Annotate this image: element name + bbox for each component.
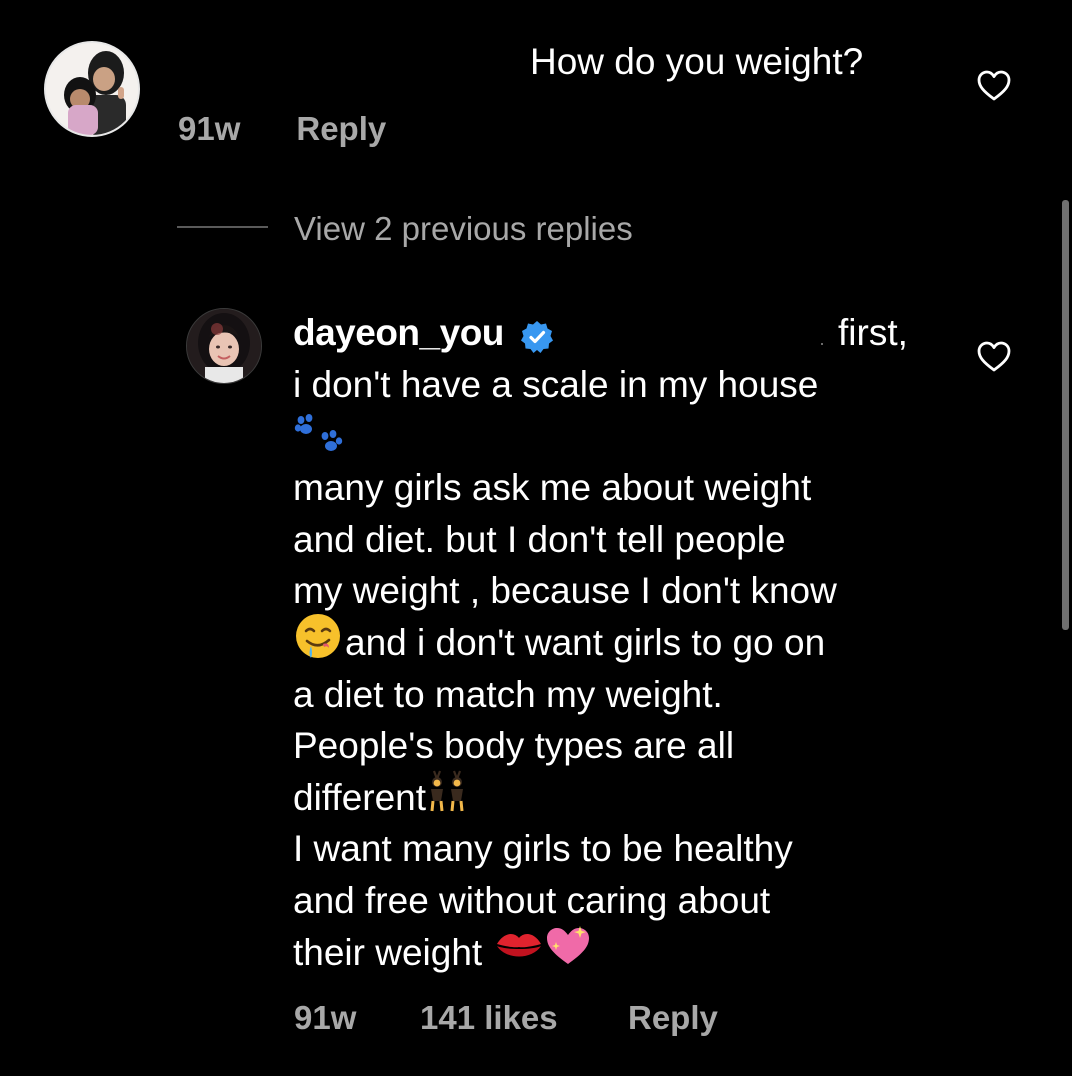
paw-prints-emoji (293, 411, 973, 463)
reply-meta: 91w 141 likes Reply (294, 996, 718, 1040)
reply-line: and diet. but I don't tell people (293, 518, 786, 560)
view-previous-replies-button[interactable]: View 2 previous replies (294, 207, 633, 251)
reply-line-text: and i don't want girls to go on (345, 621, 826, 663)
reply-line-text: different (293, 776, 427, 818)
reply-body: dayeon_you first, i don't have a scale i… (293, 307, 973, 978)
reply-timestamp: 91w (294, 999, 357, 1036)
reply-line-with-emoji: and i don't want girls to go on (293, 613, 973, 669)
reply-line: my weight , because I don't know (293, 570, 837, 612)
reply-username[interactable]: dayeon_you (293, 307, 504, 359)
verified-badge-icon (520, 316, 554, 353)
reply-line-with-emoji: their weight (293, 924, 973, 982)
reply-line-text: their weight (293, 931, 483, 973)
reply-avatar[interactable] (186, 308, 262, 384)
reply-reply-button[interactable]: Reply (628, 999, 718, 1037)
reply-line-with-emoji: different (293, 769, 973, 827)
reply-line: and free without caring about (293, 879, 771, 921)
comment-text: How do you weight? (530, 41, 864, 82)
reply-first-word: first, (838, 312, 908, 353)
comment-meta: 91w Reply (178, 107, 386, 151)
reply-line: many girls ask me about weight (293, 467, 812, 509)
comment-timestamp: 91w (178, 110, 241, 147)
heart-outline-icon[interactable] (977, 70, 1011, 102)
comment-reply-button[interactable]: Reply (296, 110, 386, 148)
kiss-mark-emoji (494, 926, 544, 980)
women-with-bunny-ears-emoji (426, 769, 476, 827)
heart-outline-icon[interactable] (977, 341, 1011, 373)
reply-line: I want many girls to be healthy (293, 828, 793, 870)
redacted-mark (821, 343, 823, 345)
scrollbar[interactable] (1062, 200, 1069, 630)
reply-header: dayeon_you first, (293, 307, 973, 359)
commenter-avatar[interactable] (44, 41, 140, 137)
replies-divider (177, 226, 268, 228)
reply-line: a diet to match my weight. (293, 673, 723, 715)
reply-line: People's body types are all (293, 725, 735, 767)
reply-line: i don't have a scale in my house (293, 364, 819, 405)
sparkling-heart-emoji (544, 924, 592, 982)
drooling-face-emoji (293, 612, 345, 674)
reply-likes-count[interactable]: 141 likes (420, 999, 628, 1037)
